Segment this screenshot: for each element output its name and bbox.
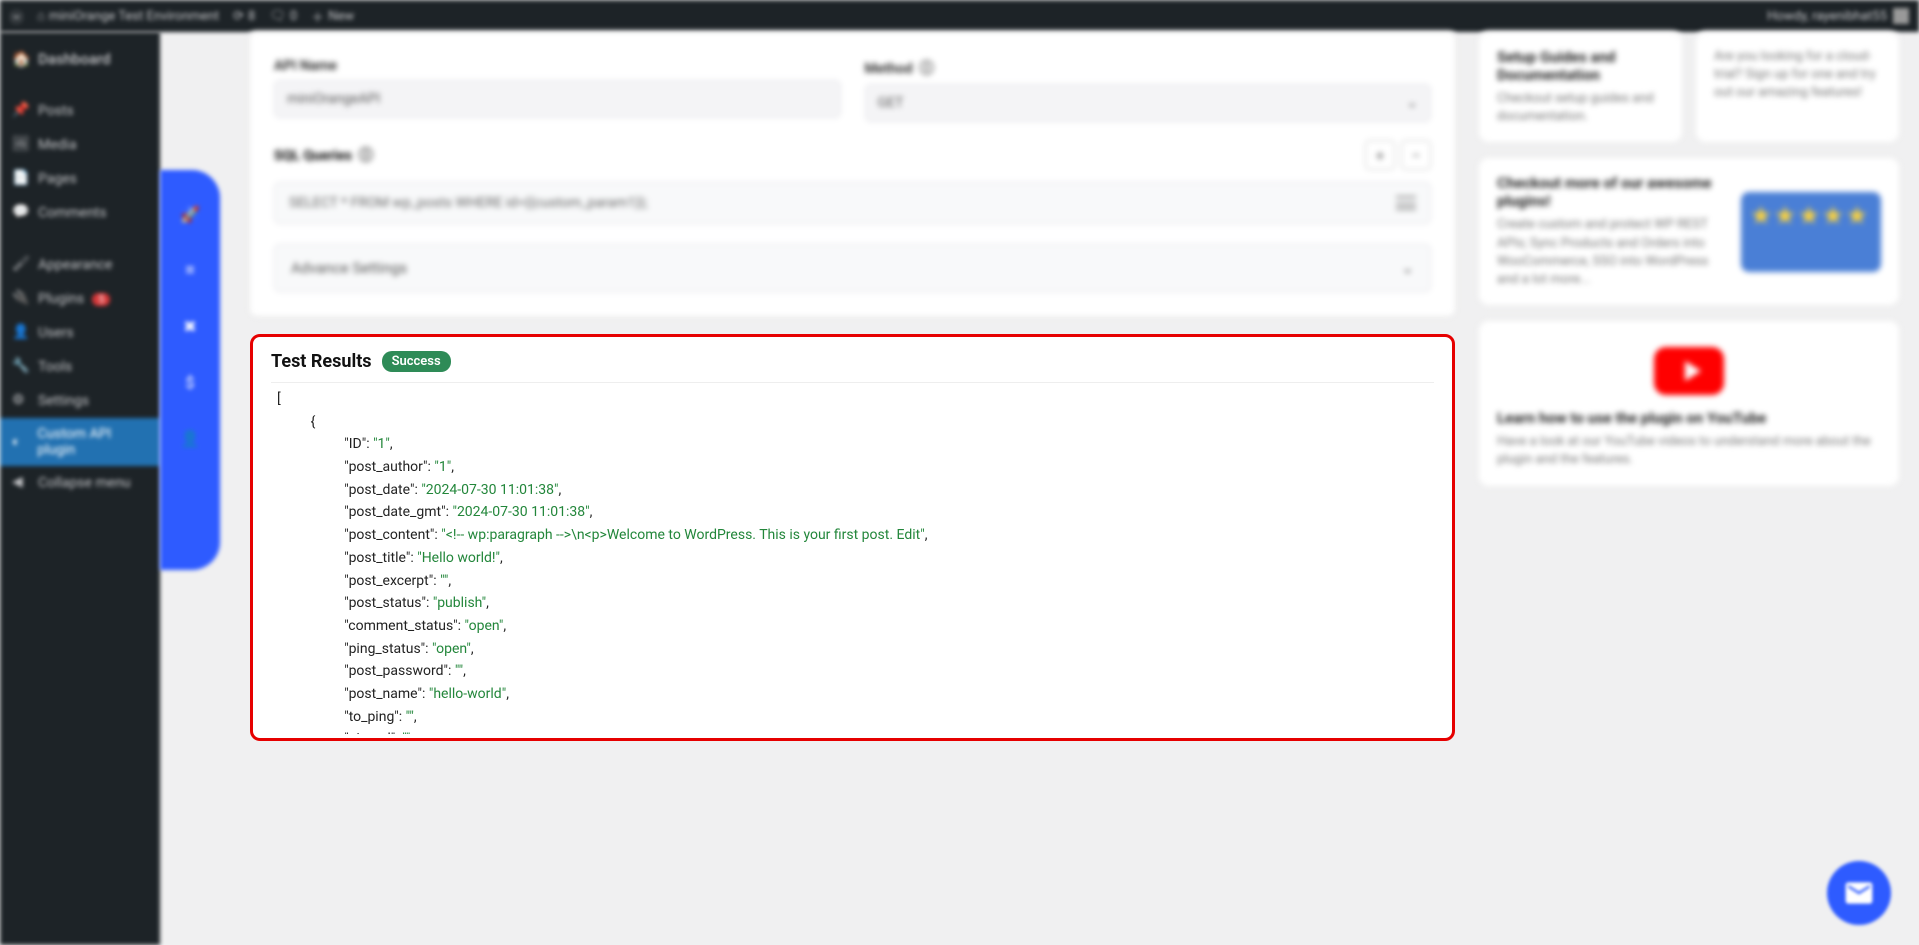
test-results-title: Test Results xyxy=(271,351,372,372)
card-desc: Checkout setup guides and documentation. xyxy=(1497,90,1664,126)
database-icon[interactable]: ≡ xyxy=(176,256,204,284)
youtube-icon xyxy=(1654,347,1724,395)
remove-query-button[interactable]: − xyxy=(1401,140,1431,170)
brush-icon: 🖌 xyxy=(12,256,30,274)
person-icon[interactable]: 👤 xyxy=(176,424,204,452)
user-icon: 👤 xyxy=(12,324,30,342)
admin-bar: ⓦ ⌂ miniOrange Test Environment ⟳ 8 🗨 0 … xyxy=(0,0,1919,32)
card-title: Checkout more of our awesome plugins! xyxy=(1497,174,1729,210)
pin-icon: 📌 xyxy=(12,102,30,120)
sidebar-item-plugins[interactable]: 🔌 Plugins 5 xyxy=(0,282,160,316)
sidebar-item-label: Media xyxy=(38,137,77,153)
comments-link[interactable]: 🗨 0 xyxy=(269,9,297,24)
sql-label: SQL Queries ⓘ xyxy=(274,145,373,165)
cross-icon[interactable]: ✖ xyxy=(176,312,204,340)
updates-link[interactable]: ⟳ 8 xyxy=(233,9,255,24)
cloud-trial-card[interactable]: Are you looking for a cloud-trial? Sign … xyxy=(1696,32,1899,142)
sidebar-item-label: Appearance xyxy=(38,257,112,273)
test-results-card: Test Results Success [ { "ID": "1", "pos… xyxy=(250,334,1455,741)
method-label: Method ⓘ xyxy=(865,58,1432,78)
sidebar-item-label: Collapse menu xyxy=(38,475,131,491)
card-desc: Have a look at our YouTube videos to und… xyxy=(1497,433,1881,469)
card-title: Setup Guides and Documentation xyxy=(1497,48,1664,84)
sidebar-item-label: Plugins xyxy=(38,291,84,307)
card-desc: Are you looking for a cloud-trial? Sign … xyxy=(1714,48,1881,103)
method-select[interactable]: GET⌄ xyxy=(865,84,1432,122)
chevron-down-icon: ⌄ xyxy=(1406,95,1418,111)
chat-fab[interactable] xyxy=(1827,861,1891,925)
sidebar-item-custom-api[interactable]: ◐ Custom API plugin xyxy=(0,418,160,466)
sidebar-item-tools[interactable]: 🔧 Tools xyxy=(0,350,160,384)
api-name-label: API Name xyxy=(274,58,841,74)
advance-settings-label: Advance Settings xyxy=(291,259,407,277)
mini-rail: 🚀 ≡ ✖ $ 👤 xyxy=(160,170,220,570)
sidebar-item-users[interactable]: 👤 Users xyxy=(0,316,160,350)
sidebar-item-dashboard[interactable]: 🏠 Dashboard xyxy=(0,42,160,76)
api-icon: ◐ xyxy=(12,433,29,451)
youtube-card[interactable]: Learn how to use the plugin on YouTube H… xyxy=(1479,321,1899,485)
sidebar-item-label: Comments xyxy=(38,205,107,221)
gear-icon: ⚙ xyxy=(12,392,30,410)
sidebar-item-settings[interactable]: ⚙ Settings xyxy=(0,384,160,418)
collapse-icon: ◀ xyxy=(12,474,30,492)
sidebar-item-collapse[interactable]: ◀ Collapse menu xyxy=(0,466,160,500)
sidebar-item-label: Posts xyxy=(38,103,74,119)
plugins-badge: 5 xyxy=(92,293,110,306)
comment-icon: 💬 xyxy=(12,204,30,222)
setup-guides-card[interactable]: Setup Guides and Documentation Checkout … xyxy=(1479,32,1682,142)
card-desc: Create custom and protect WP REST APIs; … xyxy=(1497,216,1729,289)
status-badge: Success xyxy=(382,351,451,372)
plugins-image xyxy=(1741,192,1881,272)
dashboard-icon: 🏠 xyxy=(12,50,30,68)
wrench-icon: 🔧 xyxy=(12,358,30,376)
advance-settings-toggle[interactable]: Advance Settings ⌄ xyxy=(274,244,1431,292)
avatar[interactable] xyxy=(1893,8,1909,24)
sidebar-item-pages[interactable]: 📄 Pages xyxy=(0,162,160,196)
rocket-icon[interactable]: 🚀 xyxy=(176,200,204,228)
drag-handle-icon[interactable] xyxy=(1396,196,1416,210)
chevron-down-icon: ⌄ xyxy=(1401,259,1414,277)
sidebar-item-label: Pages xyxy=(38,171,77,187)
plugins-promo-card[interactable]: Checkout more of our awesome plugins! Cr… xyxy=(1479,158,1899,305)
sidebar-item-label: Dashboard xyxy=(38,50,111,68)
sidebar-item-comments[interactable]: 💬 Comments xyxy=(0,196,160,230)
json-viewer[interactable]: [ { "ID": "1", "post_author": "1", "post… xyxy=(271,382,1434,734)
site-link[interactable]: ⌂ miniOrange Test Environment xyxy=(37,8,219,24)
wp-sidebar: 🏠 Dashboard 📌 Posts 🖼 Media 📄 Pages 💬 Commen… xyxy=(0,32,160,945)
media-icon: 🖼 xyxy=(12,136,30,154)
sql-input[interactable]: SELECT * FROM wp_posts WHERE id={{custom… xyxy=(274,182,1431,224)
api-form-card: API Name miniOrangeAPI Method ⓘ GET⌄ SQL… xyxy=(250,32,1455,316)
api-name-input[interactable]: miniOrangeAPI xyxy=(274,80,841,118)
add-query-button[interactable]: + xyxy=(1365,140,1395,170)
wp-logo-icon[interactable]: ⓦ xyxy=(10,7,23,26)
new-link[interactable]: ＋ New xyxy=(311,7,354,26)
page-icon: 📄 xyxy=(12,170,30,188)
card-title: Learn how to use the plugin on YouTube xyxy=(1497,409,1881,427)
mail-icon xyxy=(1843,877,1875,909)
sidebar-item-label: Custom API plugin xyxy=(37,426,148,458)
plug-icon: 🔌 xyxy=(12,290,30,308)
sidebar-item-label: Settings xyxy=(38,393,89,409)
sidebar-item-label: Tools xyxy=(38,359,72,375)
sidebar-item-appearance[interactable]: 🖌 Appearance xyxy=(0,248,160,282)
howdy-text[interactable]: Howdy, rayenibhat55 xyxy=(1767,9,1887,24)
dollar-icon[interactable]: $ xyxy=(176,368,204,396)
sql-input-text: SELECT * FROM wp_posts WHERE id={{custom… xyxy=(289,195,648,211)
sidebar-item-media[interactable]: 🖼 Media xyxy=(0,128,160,162)
sidebar-item-label: Users xyxy=(38,325,74,341)
sidebar-item-posts[interactable]: 📌 Posts xyxy=(0,94,160,128)
